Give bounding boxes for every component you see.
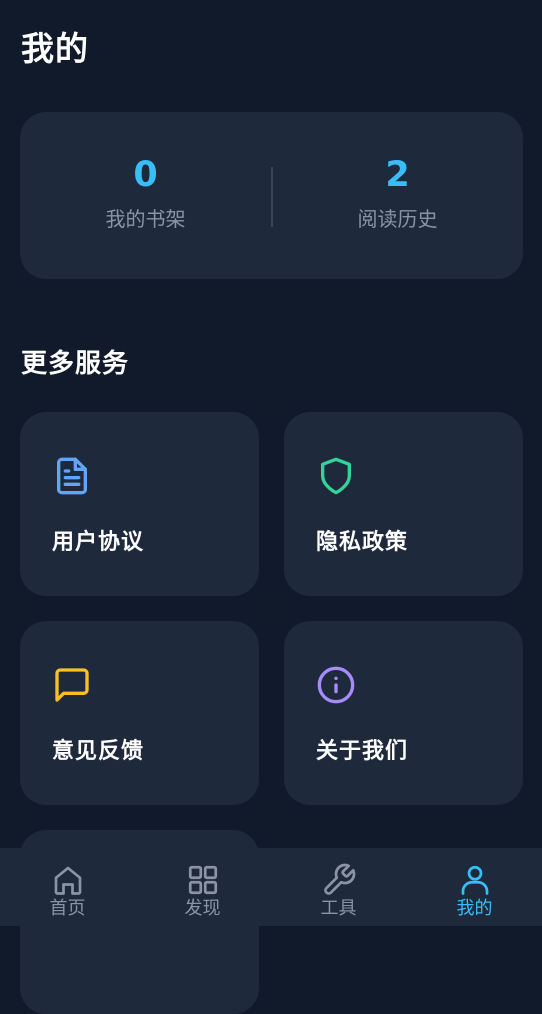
tab-discover[interactable]: 发现	[135, 848, 270, 926]
wrench-icon	[323, 863, 355, 895]
tab-home[interactable]: 首页	[0, 848, 135, 926]
tab-mine[interactable]: 我的	[407, 848, 542, 926]
document-icon	[57, 457, 88, 495]
grid-icon	[188, 865, 217, 895]
section-title: 更多服务	[21, 349, 130, 379]
privacy-policy-label: 隐私政策	[316, 530, 409, 555]
page-title: 我的	[21, 29, 89, 68]
privacy-policy-card[interactable]: 隐私政策	[284, 412, 523, 596]
bookshelf-stat[interactable]: 0 我的书架	[20, 112, 271, 279]
history-stat[interactable]: 2 阅读历史	[272, 112, 523, 279]
tab-home-label: 首页	[49, 898, 86, 919]
message-icon	[55, 668, 89, 702]
history-count: 2	[385, 155, 410, 195]
user-agreement-label: 用户协议	[52, 530, 145, 555]
user-icon	[461, 865, 488, 895]
feedback-label: 意见反馈	[52, 739, 145, 764]
tab-discover-label: 发现	[184, 898, 221, 919]
stats-card: 0 我的书架 2 阅读历史	[20, 112, 523, 279]
shield-icon	[321, 457, 351, 495]
about-us-label: 关于我们	[316, 739, 409, 764]
history-label: 阅读历史	[357, 207, 438, 231]
user-agreement-card[interactable]: 用户协议	[20, 412, 259, 596]
tab-bar: 首页 发现 工具 我的	[0, 848, 542, 926]
tab-tools[interactable]: 工具	[271, 848, 406, 926]
bookshelf-label: 我的书架	[105, 207, 186, 231]
tab-mine-label: 我的	[456, 898, 493, 919]
about-us-card[interactable]: 关于我们	[284, 621, 523, 805]
tab-tools-label: 工具	[320, 898, 357, 919]
feedback-card[interactable]: 意见反馈	[20, 621, 259, 805]
home-icon	[54, 866, 81, 895]
bookshelf-count: 0	[133, 155, 158, 195]
info-icon	[317, 666, 355, 704]
